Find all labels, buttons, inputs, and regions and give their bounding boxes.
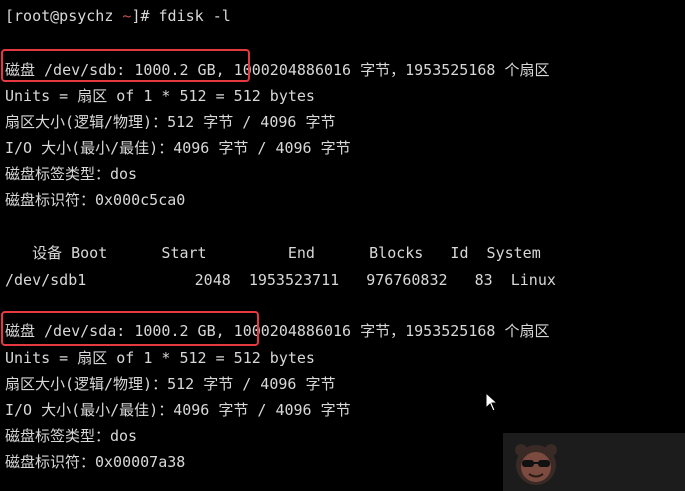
prompt-line: [root@psychz ~]# fdisk -l (5, 3, 231, 29)
mascot-logo-icon (515, 444, 557, 485)
disk1-io-size: I/O 大小(最小/最佳)：4096 字节 / 4096 字节 (5, 139, 351, 157)
disk2-sector-size: 扇区大小(逻辑/物理)：512 字节 / 4096 字节 (5, 375, 336, 393)
disk1-header-rest: , 1000204886016 字节，1953525168 个扇区 (215, 61, 550, 79)
command-text: fdisk -l (158, 7, 231, 25)
disk2-io-size: I/O 大小(最小/最佳)：4096 字节 / 4096 字节 (5, 401, 351, 419)
disk1-label-type: 磁盘标签类型：dos (5, 165, 138, 183)
mouse-cursor-icon (485, 392, 499, 412)
terminal-window[interactable]: [root@psychz ~]# fdisk -l 磁盘 /dev/sdb: 1… (0, 0, 685, 491)
disk2-highlight-box (1, 311, 259, 346)
disk2-identifier: 磁盘标识符：0x00007a38 (5, 453, 186, 471)
disk1-identifier: 磁盘标识符：0x000c5ca0 (5, 191, 186, 209)
partition-table-row: /dev/sdb1 2048 1953523711 976760832 83 L… (5, 271, 556, 289)
disk1-sector-size: 扇区大小(逻辑/物理)：512 字节 / 4096 字节 (5, 113, 336, 131)
partition-table-header: 设备 Boot Start End Blocks Id System (5, 244, 541, 262)
disk2-header-rest: 1000204886016 字节，1953525168 个扇区 (224, 322, 550, 340)
disk2-units: Units = 扇区 of 1 * 512 = 512 bytes (5, 349, 315, 367)
disk2-label-type: 磁盘标签类型：dos (5, 427, 138, 445)
prompt-cwd: ~ (113, 7, 132, 25)
disk1-units: Units = 扇区 of 1 * 512 = 512 bytes (5, 87, 315, 105)
prompt-user-host: root@psychz (14, 7, 114, 25)
disk1-highlight-box (1, 49, 250, 82)
prompt-close: ]# (131, 7, 159, 25)
watermark-panel (503, 433, 685, 491)
prompt-bracket: [ (5, 7, 15, 25)
